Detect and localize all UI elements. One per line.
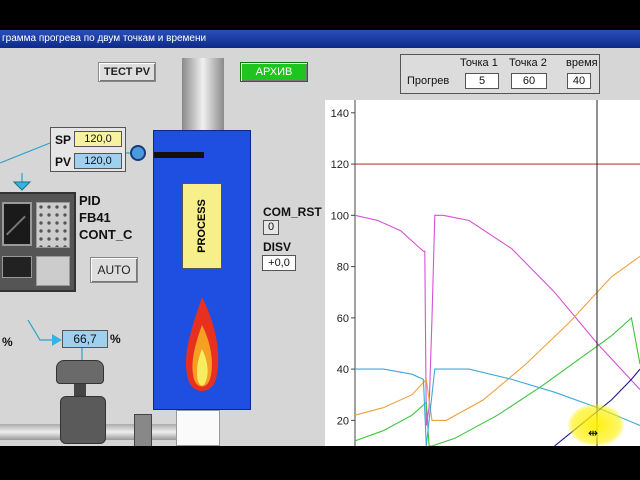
pid-screen-icon — [2, 202, 32, 246]
y-tick-label: 40 — [337, 364, 349, 376]
furnace-body[interactable]: PROCESS — [153, 130, 251, 410]
resize-cursor-icon: ⇹ — [588, 426, 599, 440]
output-value-field[interactable]: 66,7 — [62, 330, 108, 348]
y-tick-label: 80 — [337, 262, 349, 274]
pid-controller-panel[interactable] — [0, 192, 76, 292]
pid-lower-screen-icon — [2, 256, 32, 278]
sensor-icon[interactable] — [130, 145, 146, 161]
output-unit-label: % — [110, 332, 121, 346]
valve-actuator-icon — [56, 360, 104, 384]
furnace-probe — [154, 152, 204, 158]
trend-chart-svg: 20 40 60 80 100 120 140 — [331, 100, 640, 446]
left-unit-label: % — [2, 335, 13, 349]
pipe-flange-icon — [134, 414, 152, 446]
valve-body-icon — [60, 396, 106, 444]
hmi-workspace: ТЕСТ PV АРХИВ Точка 1 Точка 2 время Прог… — [0, 48, 640, 446]
disv-label: DISV — [263, 240, 292, 254]
pid-name-line1: PID — [79, 193, 101, 208]
com-rst-label: COM_RST — [263, 205, 322, 219]
pid-name-line3: CONT_C — [79, 227, 133, 242]
auto-button[interactable]: AUTO — [90, 257, 138, 283]
com-rst-value-field[interactable]: 0 — [263, 220, 279, 235]
process-label: PROCESS — [196, 199, 208, 253]
screen: грамма прогрева по двум точкам и времени… — [0, 0, 640, 480]
y-tick-label: 140 — [331, 108, 349, 120]
flame-icon — [185, 297, 219, 391]
trend-chart[interactable]: 20 40 60 80 100 120 140 — [325, 100, 640, 446]
chimney-pipe — [182, 58, 224, 130]
pid-bottom-display-icon — [36, 256, 70, 286]
y-tick-label: 20 — [337, 415, 349, 427]
window-title: грамма прогрева по двум точкам и времени — [2, 33, 207, 44]
y-tick-label: 100 — [331, 210, 349, 222]
bottom-bar — [0, 446, 640, 480]
y-tick-label: 120 — [331, 159, 349, 171]
process-box[interactable]: PROCESS — [182, 183, 222, 269]
pid-name-line2: FB41 — [79, 210, 111, 225]
disv-value-field[interactable]: +0,0 — [262, 255, 296, 271]
furnace-base — [176, 410, 220, 446]
window-title-bar: грамма прогрева по двум точкам и времени — [0, 30, 640, 48]
pid-keypad-icon — [36, 202, 70, 248]
y-tick-label: 60 — [337, 313, 349, 325]
